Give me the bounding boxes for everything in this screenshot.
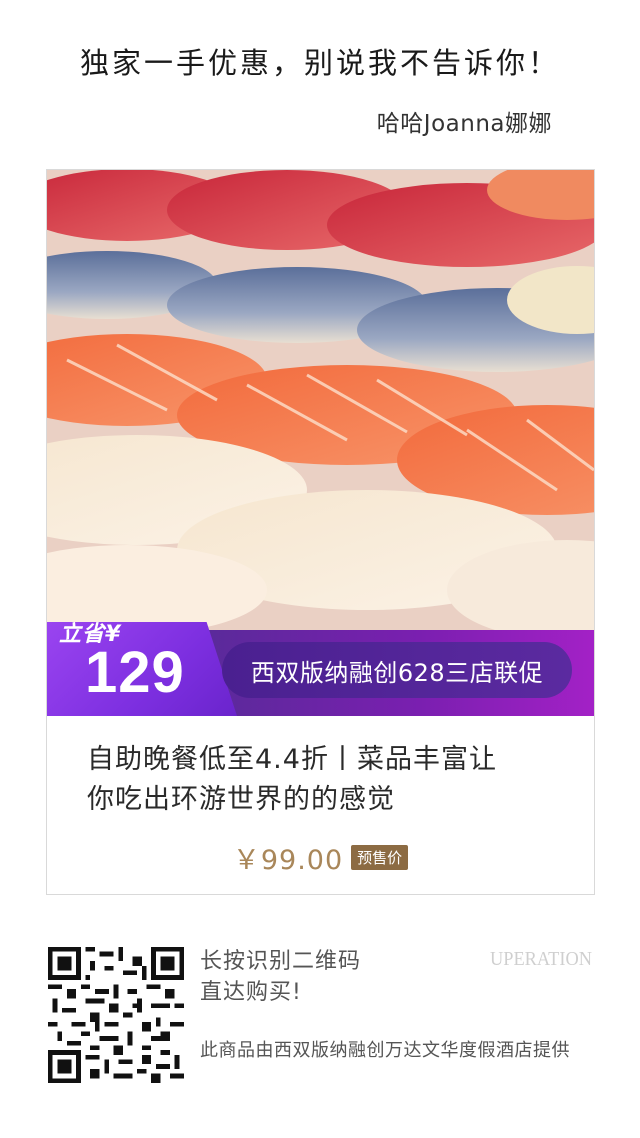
savings-tag: 立省¥ 129 [47, 622, 237, 716]
sushi-image [47, 170, 594, 630]
product-title: 自助晚餐低至4.4折丨菜品丰富让 你吃出环游世界的的感觉 [87, 740, 567, 820]
promo-title-pill: 西双版纳融创628三店联促 [222, 642, 572, 698]
qr-code[interactable] [48, 947, 184, 1083]
sushi-photo [47, 170, 594, 630]
promo-title: 西双版纳融创628三店联促 [250, 658, 544, 687]
scan-hint-line-1: 长按识别二维码 [200, 949, 362, 974]
provider-note: 此商品由西双版纳融创万达文华度假酒店提供 [200, 1040, 570, 1061]
scan-hint-line-2: 直达购买! [200, 980, 302, 1005]
author-name: 哈哈Joanna娜娜 [376, 111, 552, 137]
product-card[interactable]: 立省¥ 129 西双版纳融创628三店联促 自助晚餐低至4.4折丨菜品丰富让 你… [46, 169, 595, 895]
savings-amount: 129 [85, 640, 185, 705]
brand-logo: UPERATION [490, 948, 592, 970]
promo-banner: 立省¥ 129 西双版纳融创628三店联促 [47, 622, 594, 716]
headline: 独家一手优惠，别说我不告诉你！ [79, 46, 560, 80]
brand-logo-text: UPERATION [490, 948, 592, 970]
scan-hint: 长按识别二维码 直达购买! [200, 946, 361, 1008]
product-title-line-1: 自助晚餐低至4.4折丨菜品丰富让 [87, 744, 497, 775]
product-title-line-2: 你吃出环游世界的的感觉 [87, 784, 395, 815]
presale-badge: 预售价 [351, 845, 409, 870]
product-price: ￥99.00 [232, 845, 344, 876]
price-row: ￥99.00 预售价 [47, 838, 594, 877]
